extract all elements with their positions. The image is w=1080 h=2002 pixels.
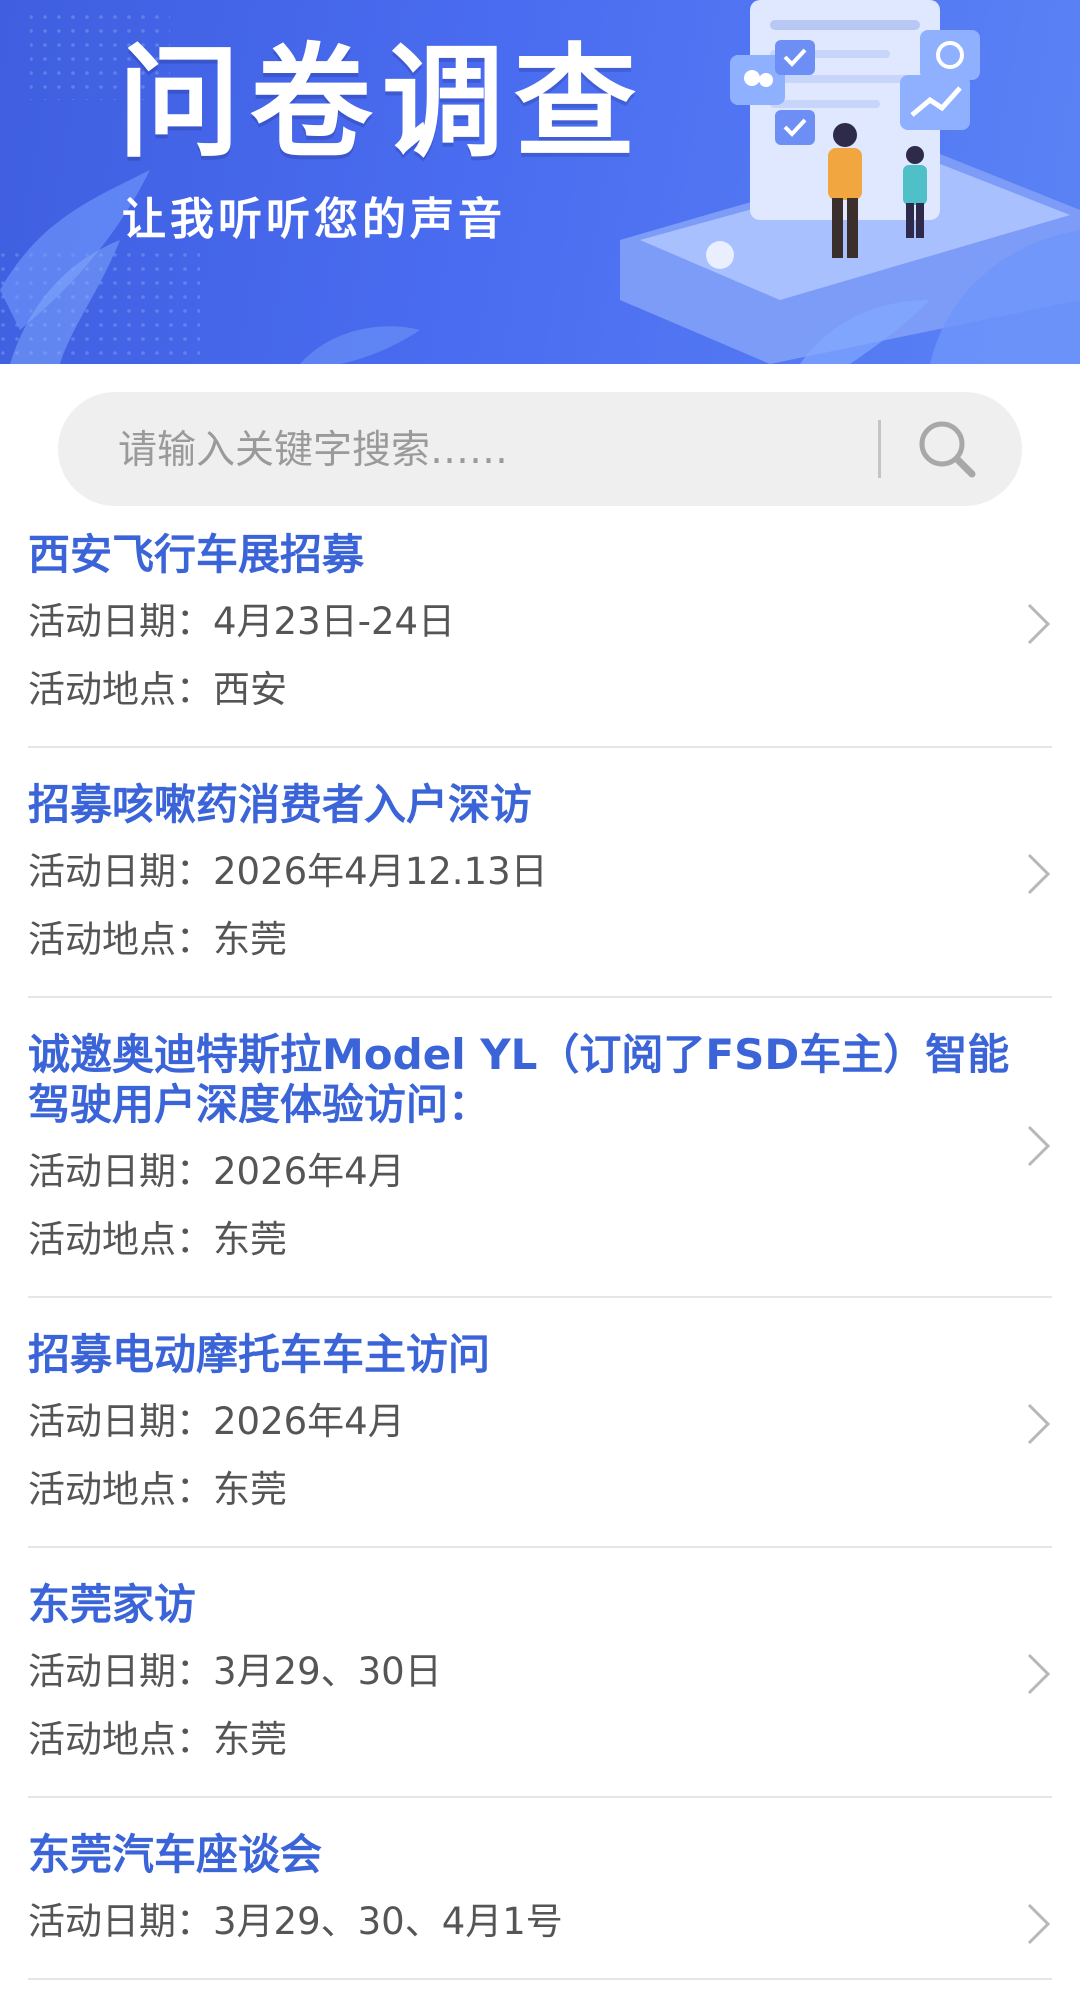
place-value: 西安 bbox=[213, 668, 287, 711]
item-date: 活动日期：3月29、30、4月1号 bbox=[28, 1896, 1052, 1948]
search-icon[interactable] bbox=[908, 410, 988, 490]
place-label: 活动地点： bbox=[28, 1468, 213, 1511]
chevron-right-icon[interactable] bbox=[1026, 602, 1052, 646]
item-place: 活动地点：东莞 bbox=[28, 914, 1052, 966]
item-date: 活动日期：2026年4月12.13日 bbox=[28, 846, 1052, 898]
date-label: 活动日期： bbox=[28, 1400, 213, 1443]
item-title[interactable]: 招募咳嗽药消费者入户深访 bbox=[28, 770, 1052, 830]
list-item[interactable]: 招募咳嗽药消费者入户深访 活动日期：2026年4月12.13日 活动地点：东莞 bbox=[28, 770, 1052, 998]
place-value: 东莞 bbox=[213, 1468, 287, 1511]
search-bar bbox=[58, 392, 1022, 506]
list-item[interactable]: 招募电动摩托车车主访问 活动日期：2026年4月 活动地点：东莞 bbox=[28, 1320, 1052, 1548]
item-place: 活动地点：东莞 bbox=[28, 1714, 1052, 1766]
item-place: 活动地点：东莞 bbox=[28, 1464, 1052, 1516]
item-date: 活动日期：2026年4月 bbox=[28, 1396, 1052, 1448]
place-value: 东莞 bbox=[213, 1218, 287, 1261]
list-item[interactable]: 东莞家访 活动日期：3月29、30日 活动地点：东莞 bbox=[28, 1570, 1052, 1798]
place-value: 东莞 bbox=[213, 918, 287, 961]
list-item[interactable]: 诚邀奥迪特斯拉Model YL（订阅了FSD车主）智能驾驶用户深度体验访问： 活… bbox=[28, 1020, 1052, 1298]
date-label: 活动日期： bbox=[28, 1650, 213, 1693]
date-label: 活动日期： bbox=[28, 1150, 213, 1193]
date-value: 2026年4月 bbox=[213, 1400, 405, 1443]
place-label: 活动地点： bbox=[28, 918, 213, 961]
item-place: 活动地点：西安 bbox=[28, 664, 1052, 716]
date-label: 活动日期： bbox=[28, 600, 213, 643]
item-date: 活动日期：3月29、30日 bbox=[28, 1646, 1052, 1698]
header-banner: 问卷调查 让我听听您的声音 bbox=[0, 0, 1080, 364]
item-title[interactable]: 东莞汽车座谈会 bbox=[28, 1820, 1052, 1880]
item-title[interactable]: 招募电动摩托车车主访问 bbox=[28, 1320, 1052, 1380]
chevron-right-icon[interactable] bbox=[1026, 1124, 1052, 1168]
chevron-right-icon[interactable] bbox=[1026, 1402, 1052, 1446]
place-label: 活动地点： bbox=[28, 1218, 213, 1261]
search-divider bbox=[878, 420, 881, 478]
list-item[interactable]: 东莞汽车座谈会 活动日期：3月29、30、4月1号 bbox=[28, 1820, 1052, 1980]
chevron-right-icon[interactable] bbox=[1026, 1902, 1052, 1946]
date-value: 3月29、30日 bbox=[213, 1650, 442, 1693]
item-place: 活动地点：东莞 bbox=[28, 1214, 1052, 1266]
search-input[interactable] bbox=[116, 420, 900, 480]
banner-subtitle: 让我听听您的声音 bbox=[122, 194, 506, 245]
date-label: 活动日期： bbox=[28, 1900, 213, 1943]
banner-title: 问卷调查 bbox=[118, 32, 646, 174]
chevron-right-icon[interactable] bbox=[1026, 852, 1052, 896]
chevron-right-icon[interactable] bbox=[1026, 1652, 1052, 1696]
item-title[interactable]: 诚邀奥迪特斯拉Model YL（订阅了FSD车主）智能驾驶用户深度体验访问： bbox=[28, 1020, 1052, 1130]
item-title[interactable]: 东莞家访 bbox=[28, 1570, 1052, 1630]
date-label: 活动日期： bbox=[28, 850, 213, 893]
item-date: 活动日期：2026年4月 bbox=[28, 1146, 1052, 1198]
item-title[interactable]: 西安飞行车展招募 bbox=[28, 520, 1052, 580]
survey-illustration bbox=[620, 0, 1080, 364]
place-value: 东莞 bbox=[213, 1718, 287, 1761]
date-value: 2026年4月 bbox=[213, 1150, 405, 1193]
item-date: 活动日期：4月23日-24日 bbox=[28, 596, 1052, 648]
date-value: 2026年4月12.13日 bbox=[213, 850, 548, 893]
survey-list: 西安飞行车展招募 活动日期：4月23日-24日 活动地点：西安 招募咳嗽药消费者… bbox=[0, 520, 1080, 2002]
place-label: 活动地点： bbox=[28, 1718, 213, 1761]
date-value: 3月29、30、4月1号 bbox=[213, 1900, 563, 1943]
date-value: 4月23日-24日 bbox=[213, 600, 456, 643]
list-item[interactable]: 西安飞行车展招募 活动日期：4月23日-24日 活动地点：西安 bbox=[28, 520, 1052, 748]
place-label: 活动地点： bbox=[28, 668, 213, 711]
